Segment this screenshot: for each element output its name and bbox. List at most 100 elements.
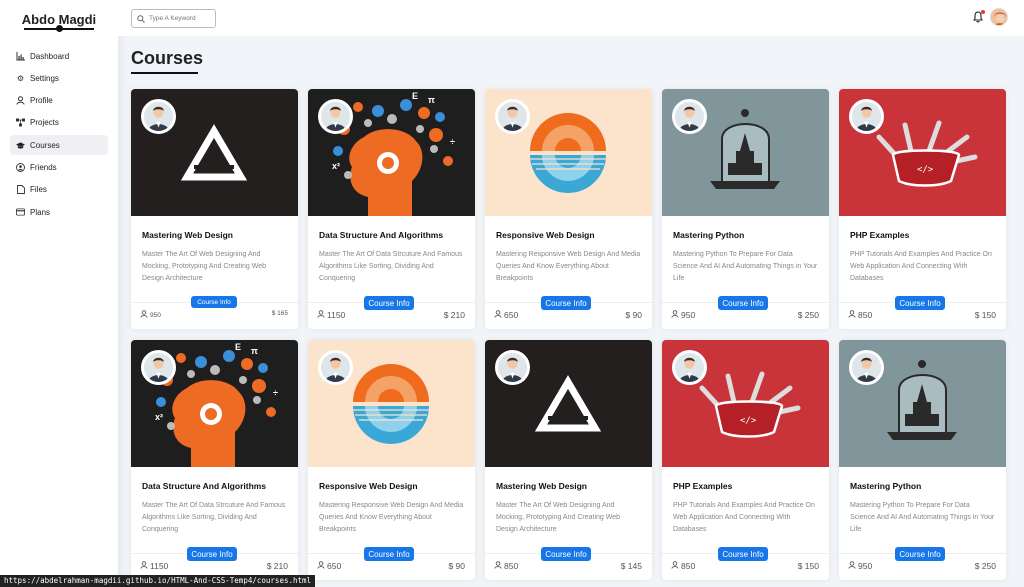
sidebar-item-label: Profile	[30, 96, 53, 106]
user-icon	[317, 310, 325, 320]
sidebar-item-settings[interactable]: ⚙ Settings	[10, 68, 108, 88]
sidebar-item-projects[interactable]: Projects	[10, 113, 108, 133]
search-box[interactable]	[131, 9, 216, 28]
course-description: Mastering Responsive Web Design And Medi…	[319, 502, 464, 533]
students-value: 650	[327, 561, 342, 571]
students-count: 650	[494, 310, 518, 320]
course-card: Mastering Python Mastering Python To Prep…	[839, 340, 1006, 580]
course-price: $ 250	[797, 310, 819, 320]
instructor-avatar	[849, 350, 884, 385]
students-count: 950	[671, 310, 695, 320]
course-title: PHP Examples	[673, 481, 733, 491]
course-info-button[interactable]: Course Info	[364, 547, 414, 561]
students-value: 1150	[150, 561, 169, 571]
students-count: 850	[671, 561, 695, 571]
user-icon	[140, 561, 148, 571]
user-icon	[140, 310, 148, 320]
top-bar	[118, 0, 1024, 36]
students-count: 950	[140, 310, 161, 320]
course-card: Responsive Web Design Mastering Responsiv…	[308, 340, 475, 580]
instructor-avatar	[672, 99, 707, 134]
sidebar: Abdo Magdi Dashboard ⚙ Settings Profile P…	[0, 0, 118, 587]
svg-text:</>: </>	[917, 165, 934, 175]
course-info-button[interactable]: Course Info	[541, 547, 591, 561]
students-value: 950	[858, 561, 873, 571]
students-value: 650	[504, 310, 519, 320]
students-count: 650	[317, 561, 341, 571]
instructor-avatar	[318, 350, 353, 385]
course-info-button[interactable]: Course Info	[895, 547, 945, 561]
sidebar-item-courses[interactable]: Courses	[10, 135, 108, 156]
sidebar-item-label: Plans	[30, 207, 51, 217]
instructor-avatar	[318, 99, 353, 134]
user-icon	[848, 561, 856, 571]
students-count: 950	[848, 561, 872, 571]
search-input[interactable]	[149, 15, 214, 22]
course-title: Responsive Web Design	[319, 481, 418, 491]
search-icon	[137, 14, 145, 23]
course-description: Master The Art Of Data Strcuture And Fam…	[319, 251, 463, 282]
course-card: Eπ ÷ x² Data Structure And Algorithms Maste…	[131, 340, 298, 580]
user-icon	[671, 561, 679, 571]
course-description: Master The Art Of Web Designing And Mock…	[496, 502, 620, 533]
sidebar-item-plans[interactable]: Plans	[10, 202, 108, 222]
graduation-cap-icon	[16, 141, 25, 150]
course-title: Data Structure And Algorithms	[319, 230, 444, 240]
course-info-button[interactable]: Course Info	[541, 296, 591, 310]
course-title: Mastering Web Design	[496, 481, 587, 491]
course-price: $ 210	[443, 310, 465, 320]
students-value: 1150	[327, 310, 346, 320]
course-title: Mastering Python	[850, 481, 922, 491]
sidebar-item-label: Courses	[30, 140, 60, 150]
user-avatar[interactable]	[990, 8, 1008, 26]
course-description: Mastering Responsive Web Design And Medi…	[496, 251, 641, 282]
instructor-avatar	[141, 350, 176, 385]
course-card: Mastering Web Design Master The Art Of We…	[131, 89, 298, 329]
course-info-button[interactable]: Course Info	[718, 547, 768, 561]
course-title: Data Structure And Algorithms	[142, 481, 267, 491]
sidebar-item-files[interactable]: Files	[10, 180, 108, 200]
students-value: 950	[150, 311, 161, 319]
user-icon	[848, 310, 856, 320]
svg-text:E: E	[412, 91, 418, 101]
page-title-underline	[131, 72, 198, 74]
course-description: PHP Tutorials And Examples And Practice …	[673, 502, 815, 533]
course-price: $ 150	[974, 310, 996, 320]
course-price: $ 210	[266, 561, 288, 571]
course-info-button[interactable]: Course Info	[364, 296, 414, 310]
course-price: $ 250	[974, 561, 996, 571]
course-info-button[interactable]: Course Info	[895, 296, 945, 310]
chart-icon	[16, 51, 25, 61]
students-count: 1150	[317, 310, 345, 320]
students-count: 1150	[140, 561, 168, 571]
sidebar-item-friends[interactable]: Friends	[10, 157, 108, 177]
course-card: </> PHP Examples PHP Tutorials And Exampl…	[662, 340, 829, 580]
course-card: Eπ ÷ x² Data Structure And Algorithms Maste…	[308, 89, 475, 329]
svg-text:π: π	[251, 346, 258, 356]
sidebar-item-dashboard[interactable]: Dashboard	[10, 46, 108, 66]
course-description: Master The Art Of Web Designing And Mock…	[142, 251, 266, 282]
course-price: $ 150	[797, 561, 819, 571]
course-card: Mastering Python Mastering Python To Prep…	[662, 89, 829, 329]
course-price: $ 145	[620, 561, 642, 571]
sidebar-item-label: Projects	[30, 118, 59, 128]
sidebar-item-label: Friends	[30, 162, 57, 172]
status-bar-url: https://abdelrahman-magdii.github.io/HTM…	[0, 575, 316, 587]
circle-user-icon	[16, 163, 25, 172]
notification-badge	[981, 10, 985, 14]
course-info-button[interactable]: Course Info	[187, 547, 237, 561]
sidebar-item-profile[interactable]: Profile	[10, 91, 108, 111]
course-info-button[interactable]: Course Info	[718, 296, 768, 310]
course-info-button[interactable]: Course Info	[191, 296, 237, 308]
course-description: PHP Tutorials And Examples And Practice …	[850, 251, 992, 282]
page-title: Courses	[131, 48, 204, 68]
user-icon	[494, 561, 502, 571]
sidebar-nav: Dashboard ⚙ Settings Profile Projects Cou…	[0, 40, 118, 222]
diagram-icon	[16, 118, 25, 127]
course-price: $ 90	[448, 561, 465, 571]
svg-text:</>: </>	[740, 416, 757, 426]
students-value: 950	[681, 310, 696, 320]
user-icon	[317, 561, 325, 571]
instructor-avatar	[672, 350, 707, 385]
svg-text:π: π	[428, 95, 435, 105]
